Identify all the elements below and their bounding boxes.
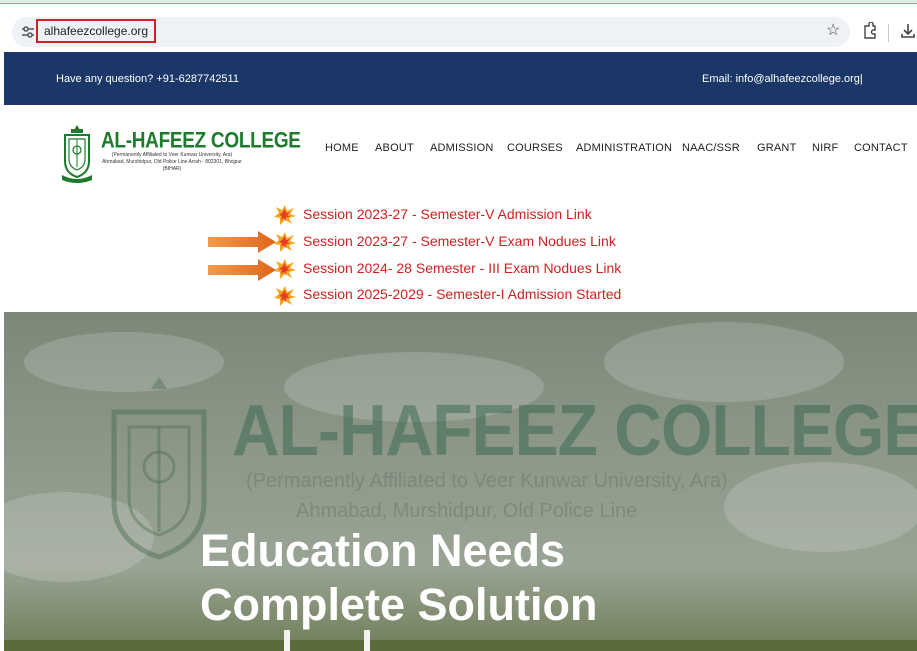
- nav-administration[interactable]: ADMINISTRATION: [576, 142, 672, 154]
- watermark-title: AL-HAFEEZ COLLEGE: [232, 389, 917, 471]
- toolbar-separator: [888, 24, 889, 42]
- college-emblem-icon[interactable]: [62, 123, 92, 183]
- contact-question[interactable]: Have any question? +91-6287742511: [56, 73, 239, 85]
- notice-link[interactable]: Session 2024- 28 Semester - III Exam Nod…: [303, 260, 621, 276]
- nav-grant[interactable]: GRANT: [757, 142, 797, 154]
- nav-home[interactable]: HOME: [325, 142, 359, 154]
- hero-heading: Education Needs Complete Solution: [200, 524, 598, 632]
- star-icon[interactable]: ☆: [826, 23, 840, 39]
- extensions-icon[interactable]: [862, 22, 878, 40]
- download-icon[interactable]: [900, 23, 916, 39]
- nav-naac-ssr[interactable]: NAAC/SSR: [682, 142, 740, 154]
- nav-admission[interactable]: ADMISSION: [430, 142, 494, 154]
- url-text[interactable]: alhafeezcollege.org: [36, 19, 157, 43]
- site-header: AL-HAFEEZ COLLEGE (Permanently Affiliate…: [4, 105, 917, 205]
- watermark-emblem-icon: [111, 377, 207, 560]
- notice-link[interactable]: Session 2023-27 - Semester-V Exam Nodues…: [303, 233, 616, 249]
- contact-email[interactable]: Email: info@alhafeezcollege.org|: [702, 73, 863, 85]
- orange-arrow-icon: [208, 259, 276, 281]
- hero-post: [284, 630, 290, 651]
- hero-post: [364, 630, 370, 651]
- watermark-address: Ahmabad, Murshidpur, Old Police Line: [296, 500, 638, 522]
- hero-banner: AL-HAFEEZ COLLEGE (Permanently Affiliate…: [4, 312, 917, 651]
- hero-heading-line1: Education Needs: [200, 525, 566, 576]
- notice-link[interactable]: Session 2023-27 - Semester-V Admission L…: [303, 206, 592, 222]
- new-burst-icon: [274, 259, 296, 279]
- new-burst-icon: [274, 205, 296, 225]
- new-burst-icon: [274, 232, 296, 252]
- brand-address: (Permanently Affiliated to Veer Kunwar U…: [102, 152, 242, 172]
- watermark-affiliation: (Permanently Affiliated to Veer Kunwar U…: [246, 470, 728, 492]
- notice-link[interactable]: Session 2025-2029 - Semester-I Admission…: [303, 286, 621, 302]
- brand-name[interactable]: AL-HAFEEZ COLLEGE: [101, 129, 301, 154]
- top-info-bar: Have any question? +91-6287742511 Email:…: [4, 52, 917, 105]
- nav-courses[interactable]: COURSES: [507, 142, 563, 154]
- new-burst-icon: [274, 286, 296, 306]
- cloud: [724, 462, 917, 552]
- orange-arrow-icon: [208, 231, 276, 253]
- nav-nirf[interactable]: NIRF: [812, 142, 838, 154]
- nav-about[interactable]: ABOUT: [375, 142, 414, 154]
- address-bar[interactable]: alhafeezcollege.org: [12, 17, 850, 47]
- tune-icon[interactable]: [20, 24, 36, 40]
- nav-contact[interactable]: CONTACT: [854, 142, 908, 154]
- hero-ground: [4, 640, 917, 651]
- browser-toolbar: alhafeezcollege.org ☆: [0, 4, 917, 52]
- hero-heading-line2: Complete Solution: [200, 579, 598, 630]
